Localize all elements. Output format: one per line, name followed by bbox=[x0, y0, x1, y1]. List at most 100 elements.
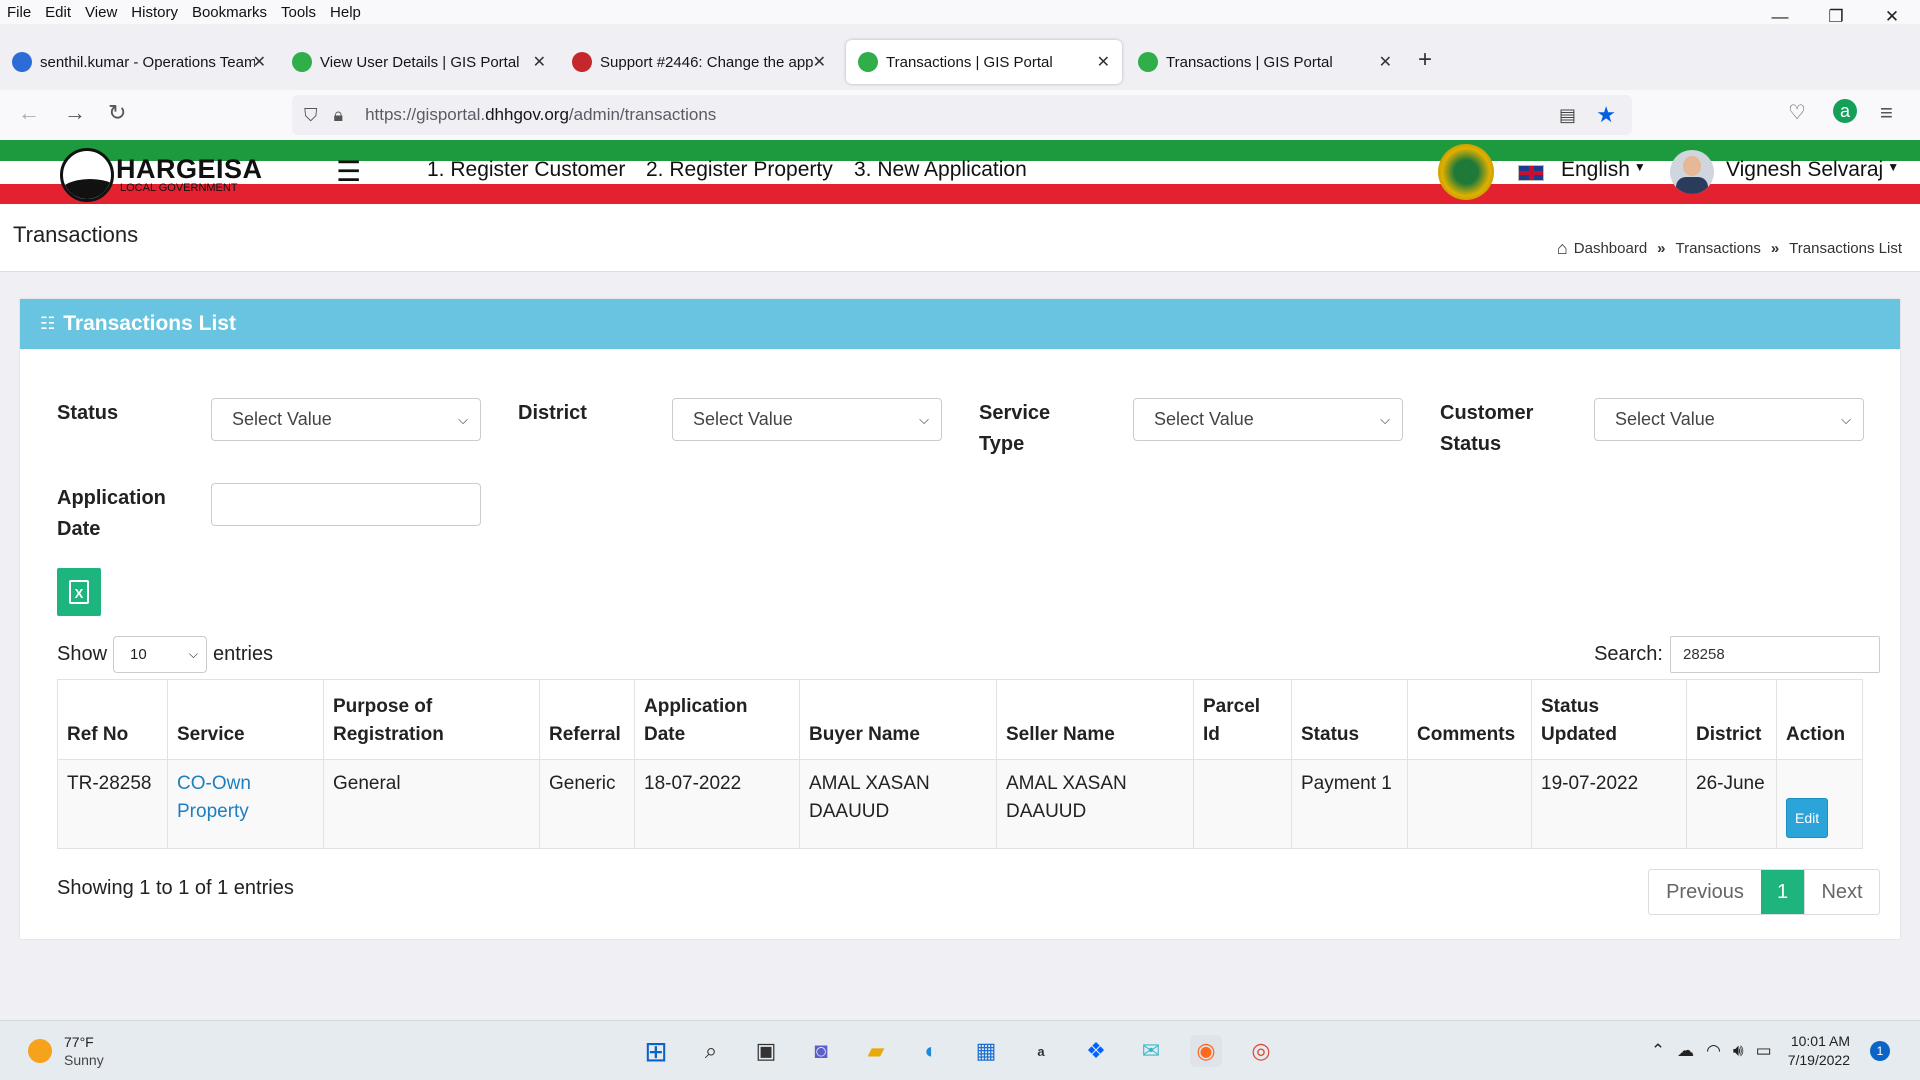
menu-bookmarks[interactable]: Bookmarks bbox=[192, 4, 267, 21]
col-application-date[interactable]: Application Date bbox=[634, 679, 800, 760]
favicon-icon bbox=[572, 52, 592, 72]
col-district[interactable]: District bbox=[1686, 679, 1777, 760]
service-type-filter-select[interactable]: Select Value ⌵ bbox=[1133, 398, 1403, 441]
menu-file[interactable]: File bbox=[7, 4, 31, 21]
breadcrumb-transactions[interactable]: Transactions bbox=[1676, 240, 1761, 257]
col-seller-name[interactable]: Seller Name bbox=[996, 679, 1194, 760]
firefox-icon[interactable]: ◉ bbox=[1190, 1035, 1222, 1067]
edge-browser-icon[interactable]: ◐ bbox=[915, 1035, 947, 1067]
user-menu-dropdown[interactable]: Vignesh Selvaraj ▼ bbox=[1726, 158, 1899, 182]
url-bar[interactable]: ⛉ 🔒︎ https://gisportal.dhhgov.org/admin/… bbox=[292, 95, 1632, 135]
url-text[interactable]: https://gisportal.dhhgov.org/admin/trans… bbox=[365, 105, 716, 125]
close-tab-icon[interactable]: ✕ bbox=[253, 52, 266, 72]
task-view-icon[interactable]: ▣ bbox=[750, 1035, 782, 1067]
microsoft-store-icon[interactable]: ▦ bbox=[970, 1035, 1002, 1067]
col-purpose[interactable]: Purpose of Registration bbox=[323, 679, 540, 760]
col-referral[interactable]: Referral bbox=[539, 679, 635, 760]
status-filter-select[interactable]: Select Value ⌵ bbox=[211, 398, 481, 441]
previous-page-button[interactable]: Previous bbox=[1649, 870, 1761, 914]
restore-button[interactable]: ❐ bbox=[1808, 0, 1864, 34]
windows-start-icon[interactable]: ⊞ bbox=[640, 1035, 672, 1067]
col-status-updated[interactable]: Status Updated bbox=[1531, 679, 1687, 760]
col-ref-no[interactable]: Ref No bbox=[57, 679, 168, 760]
dropbox-icon[interactable]: ❖ bbox=[1080, 1035, 1112, 1067]
menu-help[interactable]: Help bbox=[330, 4, 361, 21]
chevron-up-icon[interactable]: ⌃ bbox=[1651, 1041, 1665, 1061]
menu-view[interactable]: View bbox=[85, 4, 117, 21]
district-filter-select[interactable]: Select Value ⌵ bbox=[672, 398, 942, 441]
customer-status-filter-select[interactable]: Select Value ⌵ bbox=[1594, 398, 1864, 441]
excel-icon: X bbox=[69, 580, 89, 604]
edit-button[interactable]: Edit bbox=[1786, 798, 1829, 838]
battery-icon[interactable]: ▭ bbox=[1756, 1041, 1772, 1061]
home-icon[interactable]: ⌂ bbox=[1557, 238, 1568, 259]
nav-new-application[interactable]: 3. New Application bbox=[854, 158, 1027, 182]
caret-down-icon: ▼ bbox=[1887, 160, 1900, 174]
taskbar-apps: ⊞ ⌕ ▣ ◙ ▰ ◐ ▦ a ❖ ✉ ◉ ◎ bbox=[640, 1035, 1300, 1067]
service-link[interactable]: CO-Own Property bbox=[177, 773, 251, 822]
chevron-down-icon: ⌵ bbox=[188, 647, 199, 661]
language-dropdown[interactable]: English ▼ bbox=[1561, 158, 1646, 182]
application-date-input[interactable] bbox=[211, 483, 481, 526]
onedrive-cloud-icon[interactable]: ☁ bbox=[1677, 1041, 1694, 1061]
nav-register-property[interactable]: 2. Register Property bbox=[646, 158, 833, 182]
notifications-badge[interactable]: 1 bbox=[1870, 1041, 1890, 1061]
table-row: TR-28258 CO-Own Property General Generic… bbox=[57, 759, 1863, 849]
user-avatar[interactable] bbox=[1670, 150, 1714, 194]
col-buyer-name[interactable]: Buyer Name bbox=[799, 679, 997, 760]
menu-edit[interactable]: Edit bbox=[45, 4, 71, 21]
pocket-icon[interactable]: ♡ bbox=[1788, 100, 1806, 125]
col-action[interactable]: Action bbox=[1776, 679, 1863, 760]
weather-widget[interactable]: 77°F Sunny bbox=[28, 1033, 104, 1069]
system-tray: ⌃ ☁ ◠ 🔊︎ ▭ 10:01 AM 7/19/2022 1 bbox=[1651, 1021, 1920, 1080]
wifi-icon[interactable]: ◠ bbox=[1706, 1041, 1721, 1061]
close-tab-icon[interactable]: ✕ bbox=[533, 52, 546, 72]
menu-history[interactable]: History bbox=[131, 4, 178, 21]
extension-icon[interactable]: a bbox=[1833, 99, 1857, 123]
file-explorer-icon[interactable]: ▰ bbox=[860, 1035, 892, 1067]
chrome-icon[interactable]: ◎ bbox=[1245, 1035, 1277, 1067]
tab-transactions-active[interactable]: Transactions | GIS Portal ✕ bbox=[846, 40, 1122, 84]
app-menu-icon[interactable]: ≡ bbox=[1880, 100, 1893, 126]
export-excel-button[interactable]: X bbox=[57, 568, 101, 616]
minimize-button[interactable]: — bbox=[1752, 0, 1808, 34]
bookmark-star-icon[interactable]: ★ bbox=[1596, 102, 1616, 128]
col-comments[interactable]: Comments bbox=[1407, 679, 1532, 760]
tab-transactions[interactable]: Transactions | GIS Portal ✕ bbox=[1126, 38, 1404, 86]
nav-register-customer[interactable]: 1. Register Customer bbox=[427, 158, 625, 182]
next-page-button[interactable]: Next bbox=[1804, 870, 1879, 914]
hamburger-menu-icon[interactable]: ☰ bbox=[336, 158, 361, 186]
site-logo[interactable]: HARGEISA LOCAL GOVERNMENT bbox=[60, 148, 263, 202]
lock-icon[interactable]: 🔒︎ bbox=[334, 105, 344, 126]
tab-operations-team[interactable]: senthil.kumar - Operations Team ✕ bbox=[0, 38, 278, 86]
shield-icon[interactable]: ⛉ bbox=[304, 105, 318, 126]
new-tab-button[interactable]: + bbox=[1418, 46, 1432, 74]
breadcrumb-dashboard[interactable]: Dashboard bbox=[1574, 240, 1647, 257]
close-tab-icon[interactable]: ✕ bbox=[1097, 52, 1110, 72]
tab-view-user-details[interactable]: View User Details | GIS Portal ✕ bbox=[280, 38, 558, 86]
card-header: ☷ Transactions List bbox=[20, 299, 1900, 349]
teams-chat-icon[interactable]: ◙ bbox=[805, 1035, 837, 1067]
close-window-button[interactable]: ✕ bbox=[1864, 0, 1920, 34]
close-tab-icon[interactable]: ✕ bbox=[1379, 52, 1392, 72]
pagination: Previous 1 Next bbox=[1648, 869, 1880, 915]
reader-view-icon[interactable]: ▤ bbox=[1559, 105, 1576, 126]
page-1-button[interactable]: 1 bbox=[1761, 870, 1804, 914]
col-status[interactable]: Status bbox=[1291, 679, 1408, 760]
forward-icon[interactable]: → bbox=[64, 100, 86, 126]
tab-strip: senthil.kumar - Operations Team ✕ View U… bbox=[0, 38, 1920, 86]
tab-support[interactable]: Support #2446: Change the app ✕ bbox=[560, 38, 838, 86]
amazon-icon[interactable]: a bbox=[1025, 1035, 1057, 1067]
clock[interactable]: 10:01 AM 7/19/2022 bbox=[1788, 1032, 1850, 1070]
col-parcel-id[interactable]: Parcel Id bbox=[1193, 679, 1292, 760]
menu-tools[interactable]: Tools bbox=[281, 4, 316, 21]
close-tab-icon[interactable]: ✕ bbox=[813, 52, 826, 72]
volume-icon[interactable]: 🔊︎ bbox=[1733, 1041, 1744, 1061]
col-service[interactable]: Service bbox=[167, 679, 324, 760]
back-icon[interactable]: ← bbox=[18, 100, 40, 126]
mail-app-icon[interactable]: ✉ bbox=[1135, 1035, 1167, 1067]
page-length-select[interactable]: 10 ⌵ bbox=[113, 636, 208, 673]
search-input[interactable]: 28258 bbox=[1670, 636, 1880, 673]
reload-icon[interactable]: ↻ bbox=[108, 100, 126, 126]
search-icon[interactable]: ⌕ bbox=[695, 1035, 727, 1067]
